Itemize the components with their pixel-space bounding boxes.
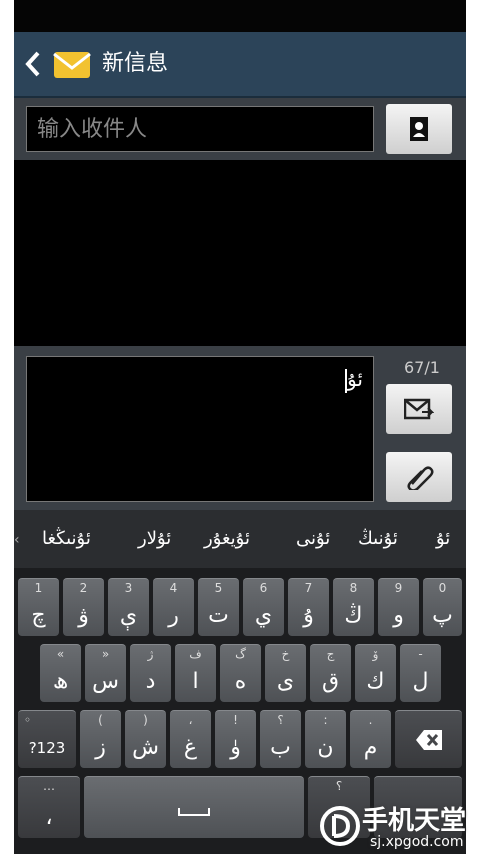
comma-key[interactable]: … ، (18, 776, 80, 838)
watermark: 手机天堂 sj.xpgod.com (318, 798, 478, 854)
suggestion-bar: ‹ ئۇ ئۇنىڭ ئۇنى ئۇيغۇر ئۇلار ئۇنىڭغا (14, 510, 466, 568)
back-icon[interactable] (24, 50, 42, 78)
backspace-icon (416, 730, 442, 750)
envelope-icon (53, 52, 91, 78)
key[interactable]: 2ۋ (63, 578, 104, 636)
screen: 新信息 ئۇ 67/1 (14, 0, 466, 854)
key[interactable]: .م (350, 710, 391, 768)
paperclip-icon (407, 466, 434, 490)
action-bar: 新信息 (14, 32, 466, 98)
message-thread (14, 160, 466, 346)
key[interactable]: 1چ (18, 578, 59, 636)
char-counter: 67/1 (404, 358, 440, 377)
key[interactable]: خى (265, 644, 306, 702)
suggestion-item[interactable]: ئۇنىڭغا (42, 528, 91, 549)
send-icon (404, 398, 434, 420)
key[interactable]: 4ر (153, 578, 194, 636)
suggestion-item[interactable]: ئۇنى (296, 528, 330, 549)
symbols-key[interactable]: ◦ ?123 (18, 710, 76, 768)
send-button[interactable] (386, 384, 452, 434)
space-key[interactable] (84, 776, 304, 838)
suggestion-more-indicator: ‹ (14, 532, 20, 548)
suggestion-item[interactable]: ئۇلار (138, 528, 171, 549)
watermark-logo (320, 806, 360, 846)
key[interactable]: 8ڭ (333, 578, 374, 636)
recipient-panel (14, 98, 466, 160)
suggestion-item[interactable]: ئۇيغۇر (204, 528, 250, 549)
status-bar (14, 0, 466, 32)
key[interactable]: جق (310, 644, 351, 702)
message-text: ئۇ (347, 367, 363, 391)
suggestion-item[interactable]: ئۇ (436, 528, 450, 549)
contact-icon (410, 117, 428, 141)
key[interactable]: 9و (378, 578, 419, 636)
key[interactable]: -ل (400, 644, 441, 702)
key[interactable]: «ھ (40, 644, 81, 702)
recipient-field[interactable] (26, 106, 374, 152)
attach-button[interactable] (386, 452, 452, 502)
key[interactable]: ؟ ب (260, 710, 301, 768)
key[interactable]: (ز (80, 710, 121, 768)
message-input[interactable]: ئۇ (26, 356, 374, 502)
key[interactable]: 3ې (108, 578, 149, 636)
contacts-button[interactable] (386, 104, 452, 154)
compose-panel: ئۇ 67/1 (14, 346, 466, 510)
key[interactable]: گە (220, 644, 261, 702)
space-icon (178, 808, 210, 816)
key[interactable]: ) ش (125, 710, 166, 768)
key[interactable]: ! ۈ (215, 710, 256, 768)
key[interactable]: 0پ (423, 578, 462, 636)
key[interactable]: :ن (305, 710, 346, 768)
key[interactable]: 7ۇ (288, 578, 329, 636)
key[interactable]: 5ت (198, 578, 239, 636)
key[interactable]: فا (175, 644, 216, 702)
key[interactable]: ۆك (355, 644, 396, 702)
key[interactable]: 6ي (243, 578, 284, 636)
key[interactable]: » س (85, 644, 126, 702)
key[interactable]: ، غ (170, 710, 211, 768)
page-title: 新信息 (102, 51, 169, 76)
backspace-key[interactable] (395, 710, 462, 768)
watermark-url: sj.xpgod.com (370, 834, 464, 850)
key[interactable]: ژد (130, 644, 171, 702)
recipient-input[interactable] (27, 107, 373, 151)
watermark-name: 手机天堂 (362, 806, 467, 836)
suggestion-item[interactable]: ئۇنىڭ (358, 528, 398, 549)
